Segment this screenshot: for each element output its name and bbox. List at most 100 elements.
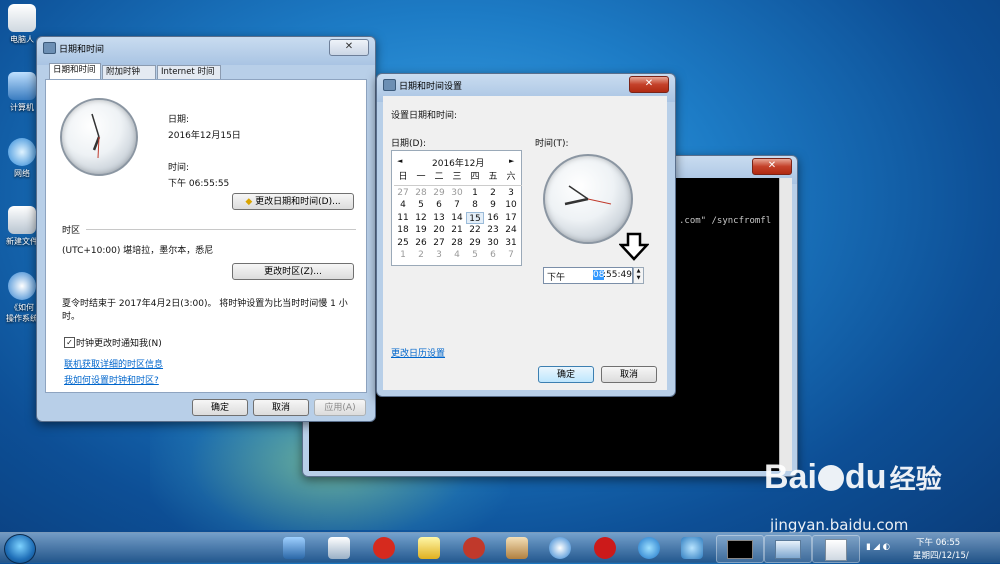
settings-titlebar[interactable]: 日期和时间设置 ✕ bbox=[377, 74, 675, 96]
settings-ok-button[interactable]: 确定 bbox=[538, 366, 594, 383]
console-close-button[interactable]: ✕ bbox=[752, 158, 792, 175]
calendar-day[interactable]: 30 bbox=[448, 187, 466, 200]
calendar-day[interactable]: 14 bbox=[448, 212, 466, 225]
spinner-down-icon[interactable]: ▼ bbox=[634, 275, 643, 282]
calendar-day[interactable]: 12 bbox=[412, 212, 430, 225]
timezone-info-link[interactable]: 联机获取详细的时区信息 bbox=[64, 357, 163, 370]
notify-checkbox-label[interactable]: 时钟更改时通知我(N) bbox=[76, 336, 162, 349]
notify-checkbox[interactable]: ✓ bbox=[64, 337, 75, 348]
clock-hands-icon bbox=[91, 113, 101, 159]
calendar-day[interactable]: 6 bbox=[430, 199, 448, 212]
calendar-day[interactable]: 15 bbox=[466, 211, 484, 224]
calendar-month-title[interactable]: 2016年12月 bbox=[432, 156, 484, 169]
calendar-day[interactable]: 11 bbox=[394, 212, 412, 225]
taskbar-console-button[interactable] bbox=[716, 535, 764, 563]
start-button[interactable] bbox=[4, 534, 36, 564]
p-app-icon[interactable] bbox=[463, 537, 485, 559]
calendar-day[interactable]: 20 bbox=[430, 224, 448, 237]
folder-icon[interactable] bbox=[418, 537, 440, 559]
taskbar-datetime-button[interactable] bbox=[812, 535, 860, 563]
calendar-prev-icon[interactable]: ◄ bbox=[397, 157, 402, 165]
calendar-day[interactable]: 7 bbox=[448, 199, 466, 212]
calendar-day[interactable]: 2 bbox=[412, 249, 430, 262]
sogou-icon[interactable] bbox=[549, 537, 571, 559]
tab-date-time[interactable]: 日期和时间 bbox=[49, 63, 101, 79]
calendar-day[interactable]: 3 bbox=[430, 249, 448, 262]
calendar-day[interactable]: 4 bbox=[394, 199, 412, 212]
calendar-day[interactable]: 25 bbox=[394, 237, 412, 250]
apply-button[interactable]: 应用(A) bbox=[314, 399, 366, 416]
calendar-day[interactable]: 28 bbox=[448, 237, 466, 250]
desktop-icon-label-line2: 操作系统 bbox=[6, 314, 38, 323]
ampm-field[interactable]: 下午 bbox=[547, 270, 565, 283]
tray-clock-date[interactable]: 星期四/12/15/ bbox=[913, 549, 969, 561]
calendar-day[interactable]: 21 bbox=[448, 224, 466, 237]
tray-clock-time[interactable]: 下午 06:55 bbox=[916, 536, 960, 548]
calendar-day[interactable]: 8 bbox=[466, 199, 484, 212]
calculator-icon[interactable] bbox=[328, 537, 350, 559]
calendar-day[interactable]: 27 bbox=[430, 237, 448, 250]
calendar-day[interactable]: 7 bbox=[502, 249, 520, 262]
calendar-day[interactable]: 22 bbox=[466, 224, 484, 237]
gear-icon[interactable] bbox=[681, 537, 703, 559]
date-label: 日期: bbox=[168, 115, 190, 125]
calendar-day[interactable]: 18 bbox=[394, 224, 412, 237]
tray-icons[interactable]: ▮ ◢ ◐ bbox=[866, 542, 890, 552]
calendar-day[interactable]: 5 bbox=[412, 199, 430, 212]
calendar-day[interactable]: 3 bbox=[502, 187, 520, 200]
time-input[interactable]: 下午 08 :55:49 bbox=[543, 267, 633, 284]
calendar-day[interactable]: 26 bbox=[412, 237, 430, 250]
chess-app-icon[interactable] bbox=[373, 537, 395, 559]
ok-button[interactable]: 确定 bbox=[192, 399, 248, 416]
calendar[interactable]: ◄ 2016年12月 ► 日 一 二 三 四 五 六 27 28 29 30 1 2 3 4 5… bbox=[391, 150, 522, 266]
date-field-label: 日期(D): bbox=[391, 139, 426, 149]
calendar-day[interactable]: 5 bbox=[466, 249, 484, 262]
paint-icon[interactable] bbox=[506, 537, 528, 559]
spinner-up-icon[interactable]: ▲ bbox=[634, 268, 643, 275]
cancel-button[interactable]: 取消 bbox=[253, 399, 309, 416]
calendar-day[interactable]: 16 bbox=[484, 212, 502, 225]
calendar-day[interactable]: 1 bbox=[466, 187, 484, 200]
calendar-day[interactable]: 1 bbox=[394, 249, 412, 262]
console-scrollbar[interactable] bbox=[779, 178, 792, 471]
clock-hands-icon bbox=[564, 185, 612, 206]
tab-additional-clocks[interactable]: 附加时钟 bbox=[102, 65, 156, 79]
calendar-day[interactable]: 2 bbox=[484, 187, 502, 200]
calendar-day[interactable]: 6 bbox=[484, 249, 502, 262]
calendar-day[interactable]: 13 bbox=[430, 212, 448, 225]
calendar-day[interactable]: 19 bbox=[412, 224, 430, 237]
calendar-week-row: 27 28 29 30 1 2 3 bbox=[394, 187, 522, 200]
calendar-day[interactable]: 31 bbox=[502, 237, 520, 250]
calendar-day[interactable]: 29 bbox=[466, 237, 484, 250]
time-value: 下午 06:55:55 bbox=[168, 179, 230, 189]
calendar-day[interactable]: 27 bbox=[394, 187, 412, 200]
pdf-icon[interactable] bbox=[594, 537, 616, 559]
calendar-day[interactable]: 9 bbox=[484, 199, 502, 212]
ie-browser-icon[interactable] bbox=[638, 537, 660, 559]
calendar-day[interactable]: 24 bbox=[502, 224, 520, 237]
calendar-next-icon[interactable]: ► bbox=[509, 157, 514, 165]
calendar-day[interactable]: 28 bbox=[412, 187, 430, 200]
change-calendar-link[interactable]: 更改日历设置 bbox=[391, 346, 445, 359]
minute-second-field[interactable]: :55:49 bbox=[603, 270, 632, 280]
settings-close-button[interactable]: ✕ bbox=[629, 76, 669, 93]
calendar-day[interactable]: 17 bbox=[502, 212, 520, 225]
change-timezone-button[interactable]: 更改时区(Z)... bbox=[232, 263, 354, 280]
tab-internet-time[interactable]: Internet 时间 bbox=[157, 65, 221, 79]
calendar-week-row: 11 12 13 14 15 16 17 bbox=[394, 211, 522, 225]
calendar-day[interactable]: 4 bbox=[448, 249, 466, 262]
desktop-icon[interactable] bbox=[283, 537, 305, 559]
calendar-day[interactable]: 10 bbox=[502, 199, 520, 212]
time-spinner[interactable]: ▲ ▼ bbox=[633, 267, 644, 284]
calendar-day[interactable]: 30 bbox=[484, 237, 502, 250]
how-to-link[interactable]: 我如何设置时钟和时区? bbox=[64, 373, 159, 386]
taskbar-explorer-button[interactable] bbox=[764, 535, 812, 563]
change-datetime-button[interactable]: ◆ 更改日期和时间(D)... bbox=[232, 193, 354, 210]
calendar-day[interactable]: 29 bbox=[430, 187, 448, 200]
close-button[interactable]: ✕ bbox=[329, 39, 369, 56]
settings-dialog[interactable]: 日期和时间设置 ✕ 设置日期和时间: 日期(D): 时间(T): ◄ 2016年… bbox=[376, 73, 676, 397]
datetime-titlebar[interactable]: 日期和时间 ✕ bbox=[37, 37, 375, 59]
datetime-window[interactable]: 日期和时间 ✕ 日期和时间 附加时钟 Internet 时间 日期: 2016年… bbox=[36, 36, 376, 422]
calendar-day[interactable]: 23 bbox=[484, 224, 502, 237]
settings-cancel-button[interactable]: 取消 bbox=[601, 366, 657, 383]
